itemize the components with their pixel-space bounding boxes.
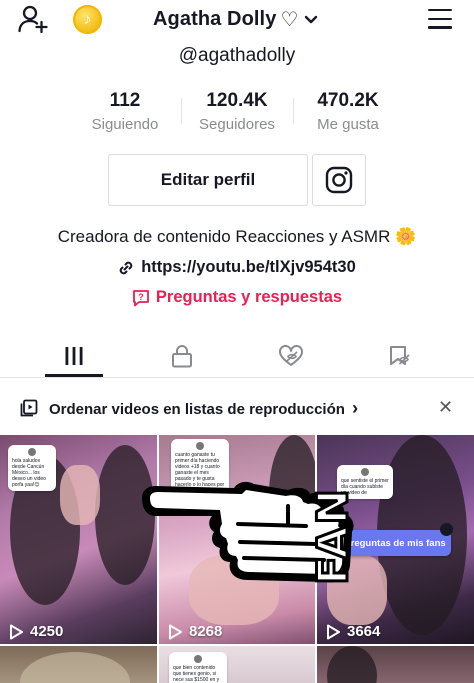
heart-hidden-icon bbox=[279, 345, 303, 366]
heart-symbol: ♡ bbox=[280, 9, 299, 31]
instagram-button[interactable] bbox=[312, 154, 366, 206]
chevron-right-icon: › bbox=[352, 398, 359, 418]
chevron-down-icon bbox=[305, 15, 318, 23]
username-dropdown[interactable]: Agatha Dolly ♡ bbox=[153, 7, 318, 32]
tab-private[interactable] bbox=[152, 334, 212, 378]
add-user-icon[interactable] bbox=[18, 5, 48, 33]
playlist-banner[interactable]: Ordenar videos en listas de reproducción… bbox=[0, 388, 474, 428]
tab-liked[interactable] bbox=[261, 334, 321, 378]
top-bar: ♪ Agatha Dolly ♡ bbox=[0, 0, 474, 40]
instagram-icon bbox=[325, 166, 353, 194]
stat-label: Siguiendo bbox=[91, 116, 159, 133]
view-count: 8268 bbox=[167, 623, 222, 640]
tiktok-coin-icon[interactable]: ♪ bbox=[73, 5, 102, 34]
profile-tabs bbox=[0, 334, 474, 378]
video-thumbnail[interactable] bbox=[0, 646, 157, 683]
play-icon bbox=[10, 624, 23, 639]
grid-bars-icon bbox=[64, 347, 84, 365]
tab-favorites[interactable] bbox=[370, 334, 430, 378]
stat-label: Me gusta bbox=[317, 116, 379, 133]
username-text: Agatha Dolly bbox=[153, 8, 277, 30]
video-thumbnail[interactable]: hola saludos desde Cancún México... los … bbox=[0, 435, 157, 644]
bio-text: Creadora de contenido Reacciones y ASMR … bbox=[57, 227, 417, 246]
view-count: 3664 bbox=[325, 623, 380, 640]
video-thumbnail[interactable] bbox=[317, 646, 474, 683]
bookmark-hidden-icon bbox=[390, 346, 410, 365]
link-icon bbox=[119, 261, 133, 274]
playlist-icon bbox=[20, 399, 38, 417]
stat-following[interactable]: 112 Siguiendo bbox=[70, 90, 180, 133]
stat-value: 120.4K bbox=[206, 90, 268, 111]
view-count-text: 8268 bbox=[189, 623, 223, 640]
playlist-banner-text: Ordenar videos en listas de reproducción… bbox=[49, 398, 358, 419]
playlist-banner-label: Ordenar videos en listas de reproducción bbox=[49, 401, 345, 418]
qa-link[interactable]: ? Preguntas y respuestas bbox=[0, 288, 474, 307]
stat-followers[interactable]: 120.4K Seguidores bbox=[182, 90, 292, 133]
comment-text: hola saludos desde Cancún México... los … bbox=[12, 458, 46, 488]
qa-text: Preguntas y respuestas bbox=[155, 288, 343, 306]
play-icon bbox=[327, 624, 340, 639]
bio-link[interactable]: https://youtu.be/tlXjv954t30 bbox=[0, 258, 474, 277]
question-bubble-icon: ? bbox=[133, 289, 149, 306]
view-count: 4250 bbox=[8, 623, 63, 640]
close-icon[interactable]: ✕ bbox=[438, 397, 453, 418]
stat-value: 112 bbox=[109, 90, 141, 111]
fan-sticker-text: FAN bbox=[306, 486, 358, 587]
comment-text: que bien contenido que tienes genio, si … bbox=[173, 665, 220, 683]
tiktok-badge-icon bbox=[440, 523, 453, 536]
play-icon bbox=[169, 624, 182, 639]
profile-stats: 112 Siguiendo 120.4K Seguidores 470.2K M… bbox=[0, 90, 474, 136]
view-count-text: 3664 bbox=[347, 623, 381, 640]
hamburger-menu-icon[interactable] bbox=[428, 9, 452, 29]
edit-profile-button[interactable]: Editar perfil bbox=[108, 154, 308, 206]
view-count-text: 4250 bbox=[30, 623, 64, 640]
video-thumbnail[interactable]: que bien contenido que tienes genio, si … bbox=[159, 646, 315, 683]
comment-bubble: hola saludos desde Cancún México... los … bbox=[8, 445, 56, 491]
comment-bubble: que bien contenido que tienes genio, si … bbox=[169, 652, 227, 683]
stat-label: Seguidores bbox=[199, 116, 275, 133]
stat-likes[interactable]: 470.2K Me gusta bbox=[293, 90, 403, 133]
svg-text:?: ? bbox=[138, 292, 144, 302]
tab-videos[interactable] bbox=[44, 334, 104, 378]
active-tab-indicator bbox=[45, 374, 103, 377]
lock-icon bbox=[172, 345, 192, 368]
bio-link-text: https://youtu.be/tlXjv954t30 bbox=[141, 258, 356, 276]
stat-value: 470.2K bbox=[317, 90, 379, 111]
profile-handle: @agathadolly bbox=[178, 45, 296, 66]
